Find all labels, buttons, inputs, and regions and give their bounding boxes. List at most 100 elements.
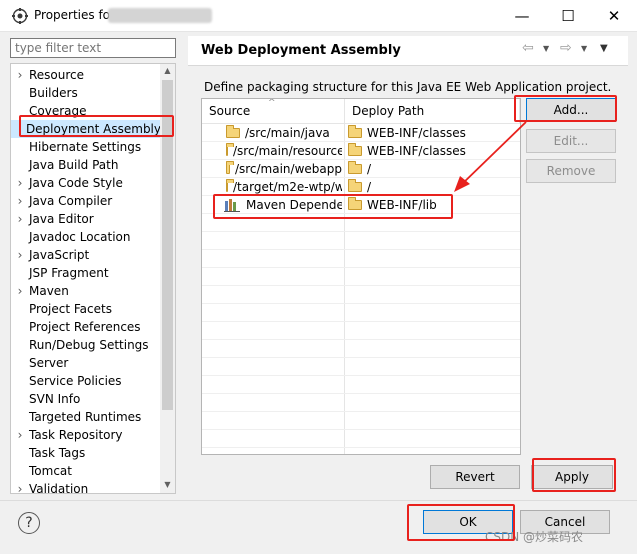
sidebar-item-label: Deployment Assembly — [25, 122, 161, 136]
folder-icon — [226, 143, 234, 156]
watermark: CSDN @炒菜码农 — [485, 530, 584, 544]
assembly-table: Source ^ Deploy Path /src/main/java WEB-I… — [201, 98, 521, 455]
chevron-right-icon[interactable]: › — [11, 212, 29, 226]
sidebar-item-label: Hibernate Settings — [29, 140, 142, 154]
chevron-right-icon[interactable]: › — [11, 194, 29, 208]
empty-table-row — [202, 304, 520, 322]
folder-icon — [226, 161, 234, 174]
apply-button[interactable]: Apply — [531, 465, 613, 489]
maximize-button[interactable]: ☐ — [545, 0, 591, 32]
empty-table-row — [202, 286, 520, 304]
sidebar-item[interactable]: › JavaScript — [11, 246, 161, 264]
sidebar-item-label: JavaScript — [29, 248, 90, 262]
empty-table-row — [202, 376, 520, 394]
table-row[interactable]: /target/m2e-wtp/web-resources / — [202, 178, 520, 196]
forward-arrow-icon[interactable]: ⇨ — [560, 40, 572, 56]
sidebar-item[interactable]: › Maven — [11, 282, 161, 300]
empty-table-row — [202, 394, 520, 412]
source-cell: Maven Dependencies — [246, 198, 342, 212]
deploy-path-cell: WEB-INF/classes — [367, 144, 466, 158]
sidebar-item[interactable]: Project References — [11, 318, 161, 336]
sidebar-item[interactable]: Hibernate Settings — [11, 138, 161, 156]
empty-table-row — [202, 340, 520, 358]
sidebar-item[interactable]: Project Facets — [11, 300, 161, 318]
table-row[interactable]: Maven Dependencies WEB-INF/lib — [202, 196, 520, 214]
sidebar-item[interactable]: Run/Debug Settings — [11, 336, 161, 354]
empty-table-row — [202, 250, 520, 268]
deploy-path-cell: WEB-INF/classes — [367, 126, 466, 140]
sidebar-item-label: Project Facets — [29, 302, 112, 316]
redacted-project-name — [108, 8, 212, 23]
column-header-deploy-path[interactable]: Deploy Path — [345, 99, 520, 124]
sidebar-item[interactable]: Deployment Assembly — [11, 120, 161, 138]
edit-button[interactable]: Edit... — [526, 129, 616, 153]
chevron-right-icon[interactable]: › — [11, 428, 29, 442]
page-description: Define packaging structure for this Java… — [204, 80, 612, 94]
sidebar-item[interactable]: Task Tags — [11, 444, 161, 462]
chevron-right-icon[interactable]: › — [11, 68, 29, 82]
chevron-right-icon[interactable]: › — [11, 284, 29, 298]
chevron-right-icon[interactable]: › — [11, 248, 29, 262]
empty-table-row — [202, 412, 520, 430]
minimize-button[interactable]: — — [499, 0, 545, 32]
view-menu-icon[interactable]: ▼ — [600, 43, 608, 54]
sidebar-item[interactable]: Server — [11, 354, 161, 372]
scroll-down-icon[interactable]: ▼ — [162, 480, 173, 492]
source-cell: /src/main/webapp — [234, 162, 342, 176]
library-icon — [224, 198, 240, 212]
sidebar-item[interactable]: SVN Info — [11, 390, 161, 408]
filter-input[interactable] — [10, 38, 176, 58]
folder-icon — [348, 179, 362, 192]
folder-icon — [348, 161, 362, 174]
sidebar-item-label: SVN Info — [29, 392, 81, 406]
tree-scrollbar-thumb[interactable] — [162, 80, 173, 410]
chevron-right-icon[interactable]: › — [11, 482, 29, 493]
empty-table-row — [202, 430, 520, 448]
remove-button[interactable]: Remove — [526, 159, 616, 183]
sidebar-item-label: Java Code Style — [29, 176, 123, 190]
sidebar-item-label: Run/Debug Settings — [29, 338, 149, 352]
sidebar-item-label: JSP Fragment — [29, 266, 109, 280]
folder-icon — [226, 125, 240, 138]
help-icon[interactable]: ? — [18, 512, 40, 534]
sidebar-item[interactable]: › Java Editor — [11, 210, 161, 228]
add-button[interactable]: Add... — [526, 98, 616, 122]
sidebar-item-label: Validation — [29, 482, 89, 494]
empty-table-row — [202, 322, 520, 340]
sidebar-item[interactable]: Service Policies — [11, 372, 161, 390]
sidebar-item[interactable]: Tomcat — [11, 462, 161, 480]
deploy-path-cell: / — [367, 162, 372, 176]
sidebar-item-label: Coverage — [29, 104, 87, 118]
page-title: Web Deployment Assembly — [201, 43, 401, 58]
back-menu-chevron-icon[interactable]: ▼ — [543, 44, 549, 53]
sidebar-item[interactable]: › Validation — [11, 480, 161, 494]
sidebar-item-label: Java Compiler — [29, 194, 113, 208]
sidebar-item[interactable]: Javadoc Location — [11, 228, 161, 246]
table-row[interactable]: /src/main/webapp / — [202, 160, 520, 178]
sidebar-item[interactable]: Builders — [11, 84, 161, 102]
sidebar-item-label: Task Tags — [29, 446, 86, 460]
sidebar-item[interactable]: JSP Fragment — [11, 264, 161, 282]
scroll-up-icon[interactable]: ▲ — [162, 66, 173, 78]
sidebar-item-label: Service Policies — [29, 374, 122, 388]
sidebar-item[interactable]: Targeted Runtimes — [11, 408, 161, 426]
table-row[interactable]: /src/main/resources WEB-INF/classes — [202, 142, 520, 160]
sidebar-item-label: Java Build Path — [29, 158, 119, 172]
sidebar-item[interactable]: › Resource — [11, 66, 161, 84]
sidebar-item-label: Targeted Runtimes — [29, 410, 142, 424]
revert-button[interactable]: Revert — [430, 465, 520, 489]
sidebar-item[interactable]: › Task Repository — [11, 426, 161, 444]
close-button[interactable]: ✕ — [591, 0, 637, 32]
sidebar-item[interactable]: Java Build Path — [11, 156, 161, 174]
sidebar-item-label: Resource — [29, 68, 85, 82]
sidebar-item[interactable]: Coverage — [11, 102, 161, 120]
window-title: Properties for — [34, 8, 115, 22]
sidebar-item[interactable]: › Java Code Style — [11, 174, 161, 192]
back-arrow-icon[interactable]: ⇦ — [522, 40, 534, 56]
source-cell: /src/main/java — [245, 126, 330, 140]
forward-menu-chevron-icon[interactable]: ▼ — [581, 44, 587, 53]
sidebar-item[interactable]: › Java Compiler — [11, 192, 161, 210]
empty-table-row — [202, 358, 520, 376]
chevron-right-icon[interactable]: › — [11, 176, 29, 190]
table-row[interactable]: /src/main/java WEB-INF/classes — [202, 124, 520, 142]
